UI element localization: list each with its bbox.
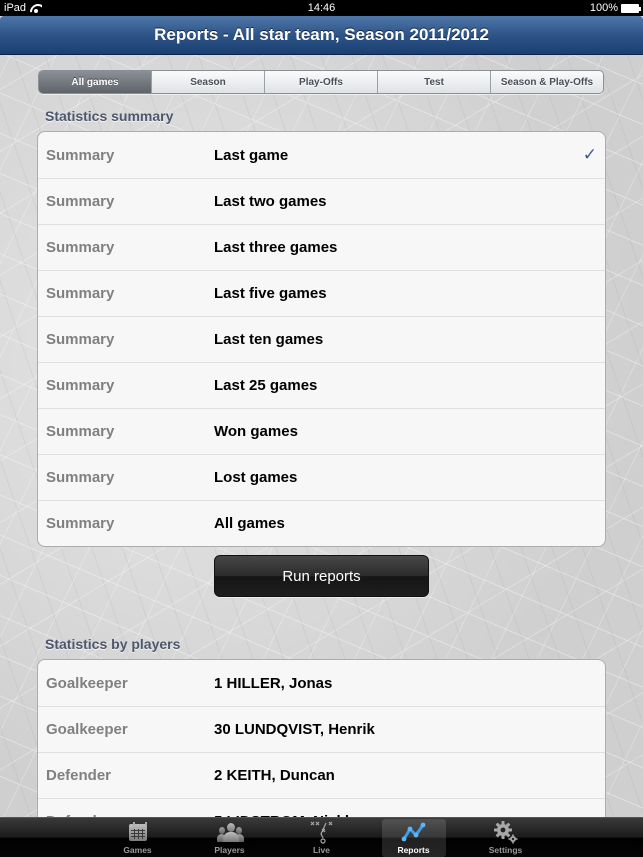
tab-bar: Games Players Live Reports Settings [0,817,643,857]
segment-season-and-play-offs[interactable]: Season & Play-Offs [490,71,603,93]
player-position: Goalkeeper [46,674,128,692]
battery-icon [621,3,641,13]
row-key: Summary [46,239,115,256]
row-key: Summary [46,193,115,210]
player-row[interactable]: Goalkeeper 1 HILLER, Jonas [38,660,605,706]
segment-season[interactable]: Season [151,71,264,93]
play-diagram-icon [309,820,335,844]
summary-row-last-two-games[interactable]: Summary Last two games [38,178,605,224]
row-key: Summary [46,285,115,302]
summary-row-all-games[interactable]: Summary All games [38,500,605,546]
tab-settings[interactable]: Settings [474,819,538,857]
row-key: Summary [46,469,115,486]
player-name: 1 HILLER, Jonas [214,674,333,692]
run-reports-button[interactable]: Run reports [214,555,429,597]
gears-icon [493,820,519,844]
summary-row-won-games[interactable]: Summary Won games [38,408,605,454]
player-position: Defender [46,767,112,784]
statistics-by-players-header: Statistics by players [45,636,181,652]
checkmark-icon: ✓ [582,145,597,164]
summary-row-last-three-games[interactable]: Summary Last three games [38,224,605,270]
summary-row-lost-games[interactable]: Summary Lost games [38,454,605,500]
summary-row-last-ten-games[interactable]: Summary Last ten games [38,316,605,362]
tab-label: Players [214,845,245,855]
battery-percent: 100% [589,2,618,14]
game-type-segmented-control: All games Season Play-Offs Test Season &… [38,70,604,94]
tab-label: Games [123,845,152,855]
row-key: Summary [46,146,115,164]
statistics-by-players-list: Goalkeeper 1 HILLER, Jonas Goalkeeper 30… [37,659,606,817]
tab-label: Reports [397,845,430,855]
page-title: Reports - All star team, Season 2011/201… [154,25,489,44]
tab-label: Live [312,845,330,855]
player-name: 30 LUNDQVIST, Henrik [214,721,375,738]
row-key: Summary [46,515,115,532]
row-value: Won games [214,423,298,440]
row-value: Last game [214,146,289,164]
summary-row-last-five-games[interactable]: Summary Last five games [38,270,605,316]
navigation-bar: Reports - All star team, Season 2011/201… [0,16,643,55]
tab-label: Settings [488,845,523,855]
device-name: iPad [4,2,27,14]
player-name: 2 KEITH, Duncan [214,767,335,784]
wifi-icon [30,4,42,13]
player-position: Goalkeeper [46,721,128,738]
row-value: Lost games [214,469,298,486]
calendar-icon [125,820,151,844]
summary-row-last-25-games[interactable]: Summary Last 25 games [38,362,605,408]
row-key: Summary [46,331,115,348]
summary-row-last-game[interactable]: Summary Last game ✓ [38,132,605,178]
tab-reports[interactable]: Reports [381,819,446,857]
status-time: 14:46 [307,2,336,14]
player-row[interactable]: Defender 5 LIDSTROM, Nicklas [38,798,605,817]
segment-test[interactable]: Test [377,71,490,93]
line-chart-icon [401,820,427,844]
segment-all-games[interactable]: All games [39,71,151,93]
row-value: Last 25 games [214,377,318,394]
row-value: Last two games [214,193,327,210]
tab-games[interactable]: Games [106,819,170,857]
row-value: Last ten games [214,331,324,348]
segment-play-offs[interactable]: Play-Offs [264,71,377,93]
row-key: Summary [46,423,115,440]
tab-live[interactable]: Live [290,819,354,857]
row-value: Last three games [214,239,338,256]
row-value: All games [214,515,285,532]
tab-players[interactable]: Players [198,819,262,857]
statistics-summary-header: Statistics summary [45,108,174,124]
row-value: Last five games [214,285,327,302]
players-icon [216,820,244,844]
player-row[interactable]: Defender 2 KEITH, Duncan [38,752,605,798]
player-row[interactable]: Goalkeeper 30 LUNDQVIST, Henrik [38,706,605,752]
statistics-summary-list: Summary Last game ✓ Summary Last two gam… [37,131,606,547]
row-key: Summary [46,377,115,394]
status-bar: iPad 14:46 100% [0,0,643,16]
